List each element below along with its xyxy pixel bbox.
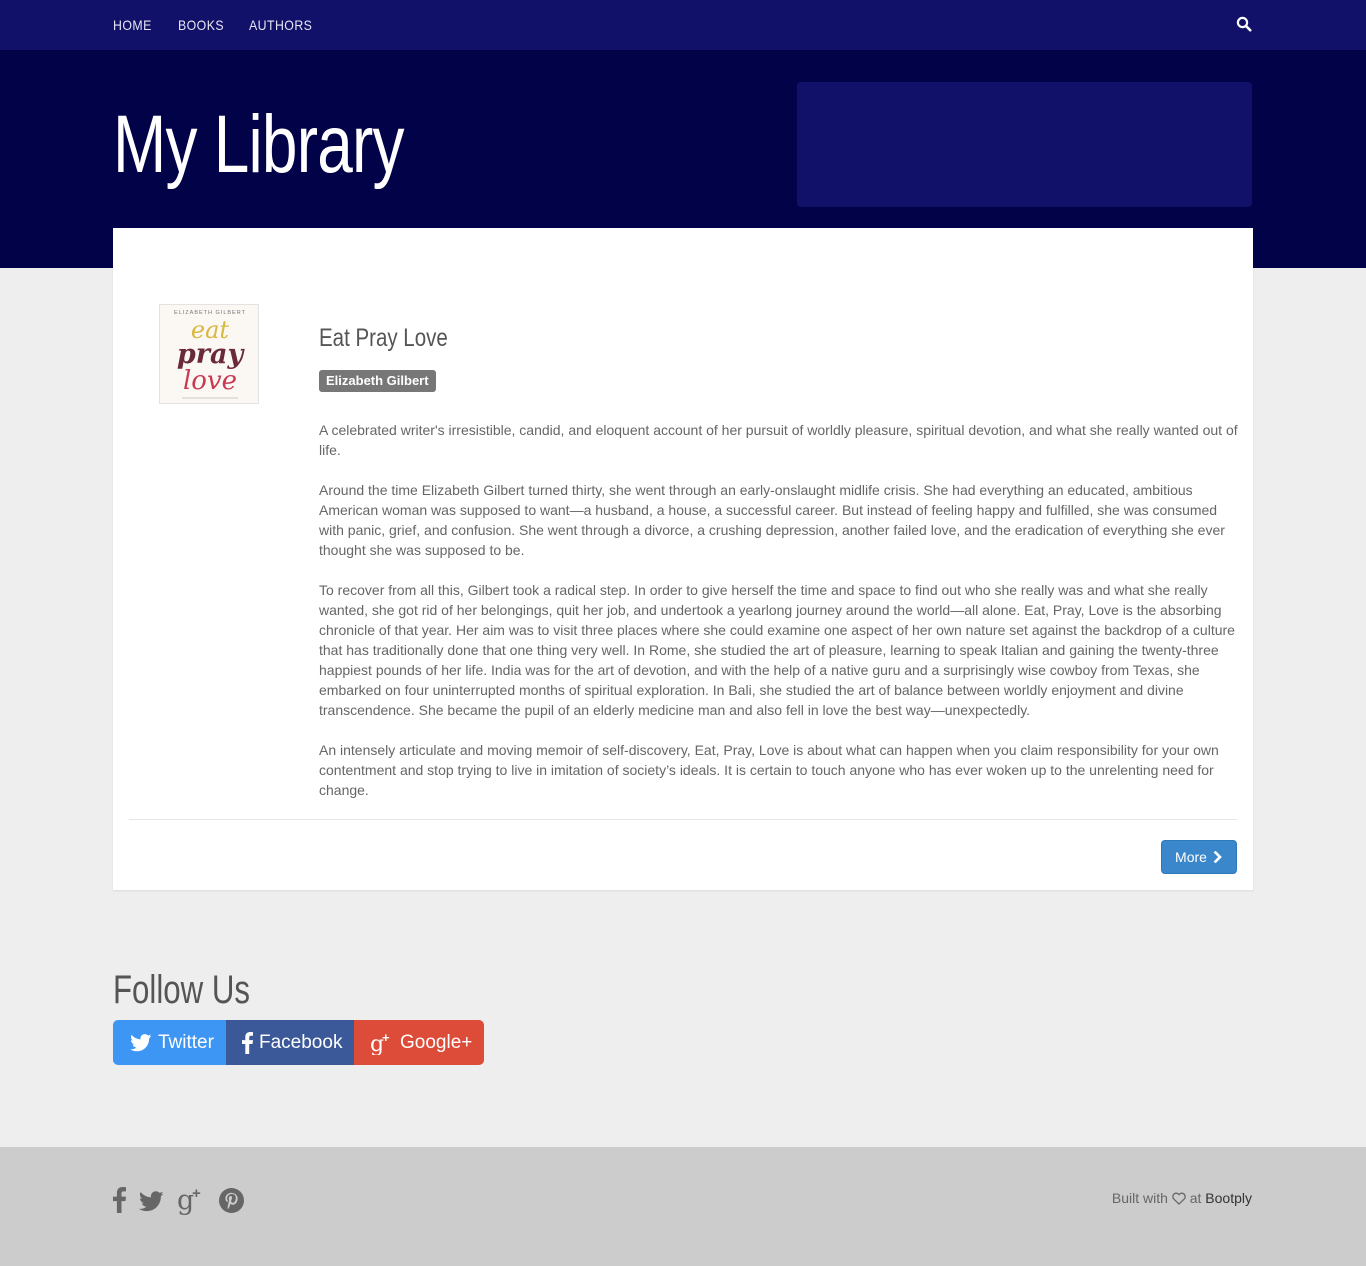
- pinterest-icon[interactable]: [219, 1188, 244, 1218]
- twitter-button-label: Twitter: [158, 1031, 214, 1053]
- built-with-text: Built with at Bootply: [1112, 1190, 1252, 1208]
- book-card: ELIZABETH GILBERT eat pray love Eat Pray…: [113, 228, 1253, 890]
- description-paragraph: A celebrated writer's irresistible, cand…: [319, 422, 1238, 458]
- facebook-icon[interactable]: [113, 1187, 127, 1218]
- nav-books[interactable]: BOOKS: [178, 17, 224, 33]
- facebook-button-label: Facebook: [259, 1031, 343, 1053]
- heart-icon: [1172, 1192, 1186, 1208]
- nav-authors[interactable]: AUTHORS: [249, 17, 312, 33]
- built-with-prefix: Built with: [1111, 1190, 1168, 1206]
- book-cover-image[interactable]: ELIZABETH GILBERT eat pray love: [159, 304, 259, 404]
- google-plus-icon: g +: [370, 1031, 390, 1055]
- top-navbar: HOME BOOKS AUTHORS: [0, 0, 1366, 50]
- google-plus-button[interactable]: g + Google+: [354, 1020, 484, 1065]
- search-icon[interactable]: [1236, 16, 1254, 34]
- author-badge[interactable]: Elizabeth Gilbert: [319, 370, 436, 392]
- social-share-buttons: Twitter Facebook g + Google+: [113, 1020, 484, 1065]
- cover-word-love: love: [183, 366, 237, 396]
- google-plus-icon[interactable]: g +: [177, 1185, 207, 1220]
- description-paragraph: Around the time Elizabeth Gilbert turned…: [319, 482, 1225, 558]
- description-paragraph: An intensely articulate and moving memoi…: [319, 742, 1219, 798]
- twitter-icon[interactable]: [138, 1191, 164, 1217]
- follow-us-heading: Follow Us: [113, 968, 250, 1012]
- twitter-button[interactable]: Twitter: [113, 1020, 226, 1065]
- facebook-icon: [242, 1031, 253, 1054]
- bootply-link[interactable]: Bootply: [1205, 1190, 1252, 1206]
- twitter-icon: [130, 1033, 152, 1051]
- more-button[interactable]: More: [1161, 840, 1237, 874]
- page-footer: g + Built with at Bootply: [0, 1147, 1366, 1266]
- svg-text:+: +: [192, 1185, 201, 1202]
- google-plus-button-label: Google+: [400, 1031, 473, 1053]
- description-paragraph: To recover from all this, Gilbert took a…: [319, 582, 1235, 718]
- more-button-label: More: [1175, 849, 1207, 865]
- page-title: My Library: [113, 99, 405, 190]
- svg-text:+: +: [382, 1031, 390, 1045]
- facebook-button[interactable]: Facebook: [226, 1020, 354, 1065]
- book-title[interactable]: Eat Pray Love: [319, 324, 448, 353]
- book-description: A celebrated writer's irresistible, cand…: [319, 420, 1239, 820]
- built-with-mid: at: [1189, 1190, 1202, 1206]
- chevron-right-icon: [1213, 851, 1222, 863]
- card-divider: [129, 819, 1237, 820]
- hero-panel: [797, 82, 1252, 207]
- nav-home[interactable]: HOME: [113, 17, 152, 33]
